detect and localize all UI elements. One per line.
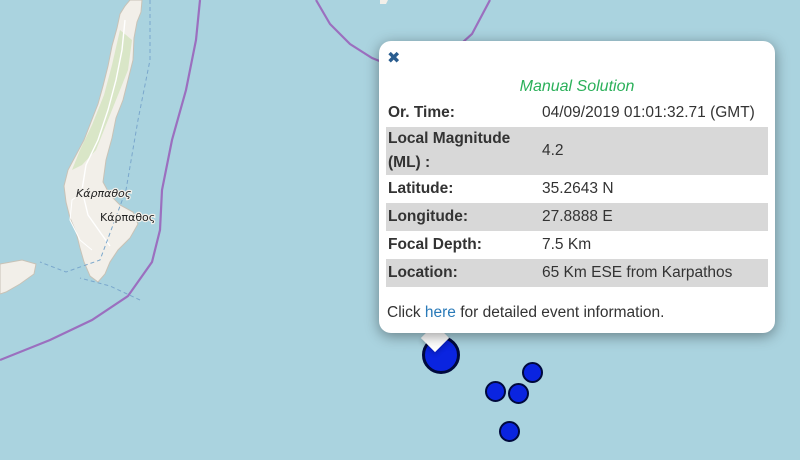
- place-label-town: Κάρπαθος: [100, 211, 155, 224]
- earthquake-marker[interactable]: [508, 383, 529, 404]
- row-label: Location:: [388, 264, 458, 281]
- place-label-region: Κάρπαθος: [76, 187, 132, 200]
- row-label: Latitude:: [388, 180, 454, 197]
- row-label: Longitude:: [388, 208, 469, 225]
- table-row: Latitude: 35.2643 N: [386, 175, 768, 203]
- row-label: Or. Time:: [388, 104, 455, 121]
- row-value: 7.5 Km: [542, 236, 592, 253]
- earthquake-marker[interactable]: [485, 381, 506, 402]
- row-value: 65 Km ESE from Karpathos: [542, 264, 733, 281]
- popup-footer: Click here for detailed event informatio…: [387, 304, 664, 322]
- earthquake-marker[interactable]: [522, 362, 543, 383]
- row-label: Focal Depth:: [388, 236, 482, 253]
- table-row: Or. Time: 04/09/2019 01:01:32.71 (GMT): [386, 99, 768, 127]
- table-row: Local Magnitude (ML) : 4.2: [386, 127, 768, 175]
- event-popup: ✖ Manual Solution Or. Time: 04/09/2019 0…: [379, 41, 775, 333]
- table-row: Location: 65 Km ESE from Karpathos: [386, 259, 768, 287]
- row-value: 4.2: [542, 142, 564, 159]
- event-info-table: Or. Time: 04/09/2019 01:01:32.71 (GMT) L…: [386, 99, 768, 287]
- table-row: Longitude: 27.8888 E: [386, 203, 768, 231]
- event-details-link[interactable]: here: [425, 304, 456, 321]
- footer-prefix: Click: [387, 304, 421, 321]
- close-icon[interactable]: ✖: [387, 51, 400, 67]
- popup-title: Manual Solution: [519, 78, 635, 95]
- row-value: 27.8888 E: [542, 208, 613, 225]
- row-value: 35.2643 N: [542, 180, 614, 197]
- table-row: Focal Depth: 7.5 Km: [386, 231, 768, 259]
- row-value: 04/09/2019 01:01:32.71 (GMT): [542, 104, 755, 121]
- footer-suffix: for detailed event information.: [460, 304, 665, 321]
- row-label: Local Magnitude (ML) :: [388, 130, 511, 171]
- earthquake-marker[interactable]: [499, 421, 520, 442]
